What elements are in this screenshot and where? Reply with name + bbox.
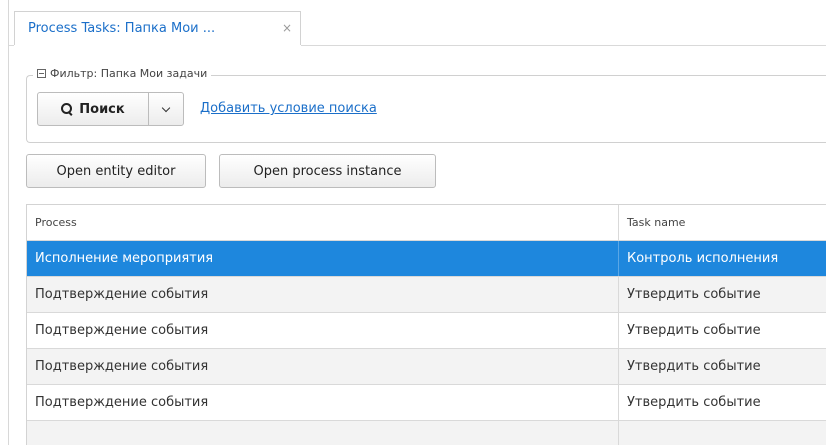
search-button-label: Поиск (79, 101, 125, 117)
filter-legend-label: Фильтр: Папка Мои задачи (50, 67, 208, 80)
close-icon[interactable]: × (282, 21, 292, 35)
process-cell: Подтверждение события (27, 313, 619, 348)
chevron-down-icon (161, 103, 171, 112)
column-header-process[interactable]: Process (27, 205, 619, 240)
search-options-dropdown[interactable] (149, 93, 183, 125)
table-row[interactable]: Подтверждение события Утвердить событие (27, 277, 826, 313)
tasks-table: Process Task name Исполнение мероприятия… (26, 204, 826, 445)
task-name-cell: Утвердить событие (627, 323, 761, 338)
task-name-cell: Утвердить событие (627, 359, 761, 374)
search-icon (61, 103, 73, 115)
empty-cell (27, 421, 619, 445)
filter-legend[interactable]: Фильтр: Папка Мои задачи (33, 67, 212, 80)
process-cell: Подтверждение события (27, 385, 619, 420)
table-row[interactable]: Исполнение мероприятия Контроль исполнен… (27, 241, 826, 277)
table-row-empty (27, 421, 826, 445)
window-left-border (8, 0, 9, 445)
collapse-icon[interactable] (37, 69, 46, 78)
task-name-cell: Утвердить событие (627, 395, 761, 410)
tab-label: Process Tasks: Папка Мои ... (28, 21, 216, 36)
tab-active-gap (14, 45, 301, 46)
empty-cell (619, 421, 826, 445)
task-name-cell: Контроль исполнения (627, 251, 779, 266)
table-header-row: Process Task name (27, 205, 826, 241)
table-row[interactable]: Подтверждение события Утвердить событие (27, 313, 826, 349)
table-row[interactable]: Подтверждение события Утвердить событие (27, 385, 826, 421)
task-name-cell: Утвердить событие (627, 287, 761, 302)
open-entity-editor-button[interactable]: Open entity editor (26, 154, 206, 188)
process-cell: Подтверждение события (27, 349, 619, 384)
table-row[interactable]: Подтверждение события Утвердить событие (27, 349, 826, 385)
process-cell: Исполнение мероприятия (27, 241, 619, 276)
column-header-task-name[interactable]: Task name (619, 205, 826, 240)
add-search-condition-link[interactable]: Добавить условие поиска (200, 101, 377, 116)
search-button[interactable]: Поиск (38, 93, 149, 125)
search-split-button: Поиск (37, 92, 184, 126)
open-process-instance-button[interactable]: Open process instance (219, 154, 436, 188)
tab-process-tasks[interactable]: Process Tasks: Папка Мои ... × (14, 11, 301, 45)
process-cell: Подтверждение события (27, 277, 619, 312)
